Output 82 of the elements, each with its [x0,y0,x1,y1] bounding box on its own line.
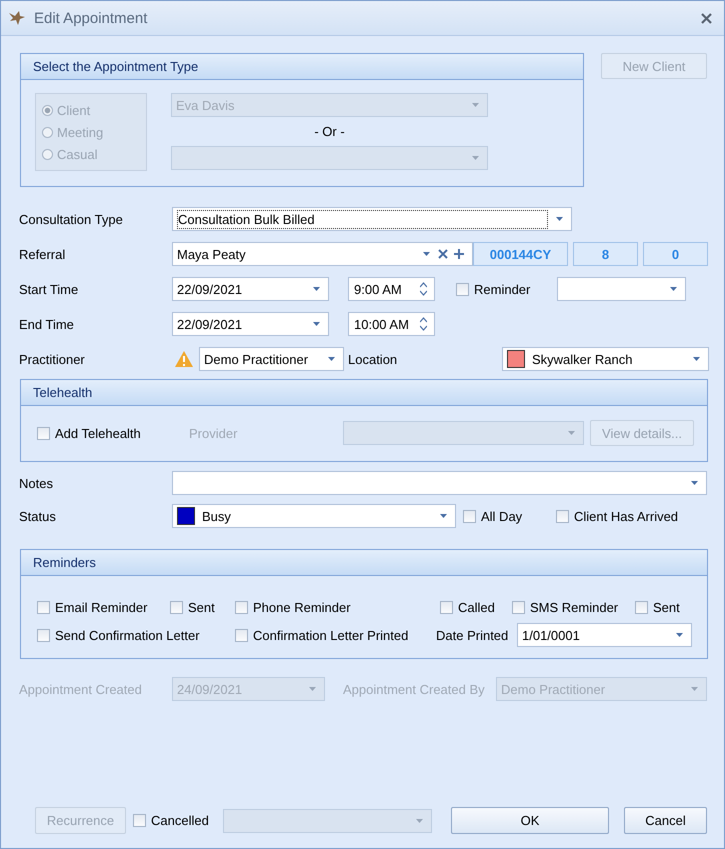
caret-icon [472,103,479,107]
separator-text: - Or - [313,123,346,141]
checkbox[interactable] [512,600,525,614]
spinner-arrows-icon[interactable] [420,282,427,296]
clear-icon[interactable] [438,249,448,259]
location-dropdown[interactable]: Skywalker Ranch [502,347,709,371]
checkbox[interactable] [463,510,476,522]
close-icon[interactable] [701,12,712,24]
field-label: Practitioner [19,352,86,366]
checkbox[interactable] [235,628,248,642]
date-dropdown[interactable]: 22/09/2021 [172,312,329,336]
checkbox-label: Confirmation Letter Printed [253,628,408,642]
field-label: Provider [189,426,238,440]
checkbox-label: Reminder [474,282,530,296]
ok-button[interactable]: OK [451,807,609,834]
time-spinner[interactable]: 10:00 AM [348,312,435,336]
checkbox[interactable] [133,814,146,827]
caret-icon [568,431,575,435]
field-label: Notes [19,476,54,490]
notes-dropdown[interactable] [172,471,707,495]
checkbox-label: Called [458,600,495,614]
field-label: Referral [19,246,66,262]
reminder-dropdown[interactable] [557,277,686,301]
referral-dropdown[interactable]: Maya Peaty [172,242,473,266]
caret-icon [556,217,563,221]
section-header: Select the Appointment Type [21,54,583,80]
checkbox[interactable] [635,600,648,614]
cancel-button[interactable]: Cancel [624,807,707,834]
caret-icon [423,252,430,256]
checkbox[interactable] [37,628,50,642]
code-box: 8 [573,242,638,266]
checkbox[interactable] [456,282,469,296]
date-printed-dropdown[interactable]: 1/01/0001 [517,623,692,647]
caret-icon [670,287,677,291]
window-title: Edit Appointment [34,10,148,26]
caret-icon [440,514,447,518]
status-dropdown[interactable]: Busy [172,504,456,528]
caret-icon [676,633,683,637]
checkbox-label: All Day [481,508,522,524]
caret-icon [691,481,698,485]
checkbox-label: Client Has Arrived [574,508,678,524]
other-dropdown[interactable] [171,146,488,170]
field-label: Location [348,352,398,366]
practitioner-dropdown[interactable]: Demo Practitioner [199,347,344,371]
spinner-arrows-icon[interactable] [420,317,427,331]
caret-icon [328,357,335,361]
field-label: Appointment Created [19,682,143,696]
consultation-type-dropdown[interactable]: Consultation Bulk Billed [172,207,572,231]
checkbox-label: Sent [653,600,680,614]
checkbox[interactable] [235,600,248,614]
checkbox-label: Cancelled [151,813,209,828]
field-label: Date Printed [436,628,510,642]
field-label: Start Time [19,282,80,296]
section-header: Telehealth [21,380,707,406]
caret-icon [309,687,316,691]
caret-icon [472,156,479,160]
caret-icon [691,687,698,691]
caret-icon [313,322,320,326]
caret-icon [693,357,700,361]
date-dropdown[interactable]: 22/09/2021 [172,277,329,301]
caret-icon [313,287,320,291]
checkbox-label: Phone Reminder [253,600,351,614]
checkbox[interactable] [556,510,569,522]
code-box: 000144CY [473,242,568,266]
add-icon[interactable] [454,249,464,259]
checkbox[interactable] [170,600,183,614]
time-spinner[interactable]: 9:00 AM [348,277,435,301]
checkbox-label: Email Reminder [55,600,148,614]
field-label: End Time [19,316,75,332]
field-label: Status [19,508,57,524]
checkbox[interactable] [440,600,453,614]
field-label: Appointment Created By [343,682,486,696]
checkbox-label: SMS Reminder [530,600,618,614]
section-header: Reminders [21,550,707,576]
checkbox-label: Sent [188,600,215,614]
checkbox[interactable] [37,426,50,440]
field-label: Consultation Type [19,212,124,226]
checkbox-label: Send Confirmation Letter [55,628,200,642]
checkbox-label: Add Telehealth [55,426,141,440]
code-box: 0 [643,242,708,266]
checkbox[interactable] [37,600,50,614]
caret-icon [416,818,423,822]
